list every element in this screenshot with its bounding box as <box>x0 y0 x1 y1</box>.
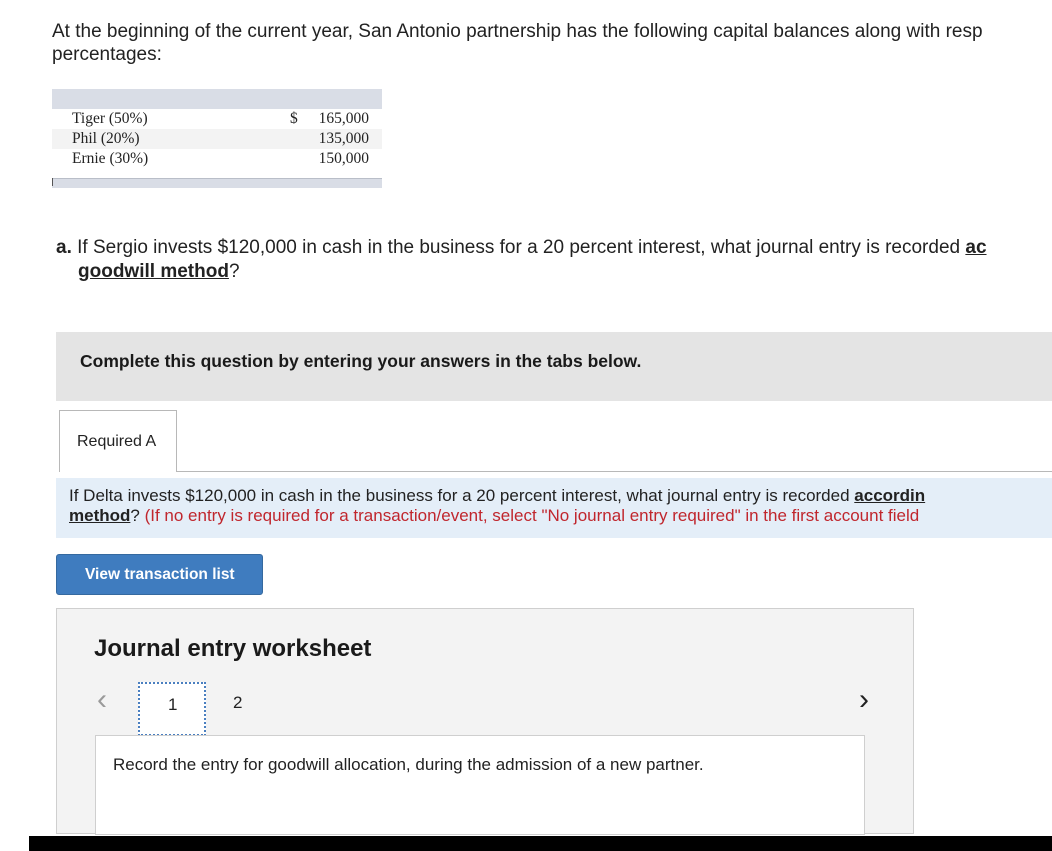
instructions-banner: Complete this question by entering your … <box>56 332 1052 401</box>
bottom-bar <box>29 836 1052 851</box>
chevron-left-icon[interactable]: ‹ <box>97 685 107 715</box>
instruction-method-link: method <box>69 506 131 525</box>
partner-name: Phil (20%) <box>72 130 140 147</box>
capital-amount: 150,000 <box>318 150 369 167</box>
instruction-question-mark: ? <box>130 506 140 525</box>
record-entry-text: Record the entry for goodwill allocation… <box>113 755 704 774</box>
table-footer-band <box>52 178 382 188</box>
tab-instruction: If Delta invests $120,000 in cash in the… <box>56 478 1052 538</box>
intro-line-2: percentages: <box>52 44 162 65</box>
capital-amount: 165,000 <box>318 110 369 127</box>
capital-balances-table: Tiger (50%) $ 165,000 Phil (20%) 135,000… <box>52 89 382 188</box>
question-link-fragment: ac <box>965 237 987 258</box>
tab-instruction-text: If Delta invests $120,000 in cash in the… <box>69 486 925 526</box>
journal-entry-worksheet: Journal entry worksheet ‹ 1 2 › Record t… <box>56 608 914 835</box>
question-line-1: a. If Sergio invests $120,000 in cash in… <box>56 237 987 258</box>
instructions-banner-text: Complete this question by entering your … <box>80 351 642 371</box>
worksheet-title: Journal entry worksheet <box>94 635 372 662</box>
intro-line-1: At the beginning of the current year, Sa… <box>52 21 983 42</box>
question-line-2: goodwill method? <box>56 260 1052 284</box>
question-end: ? <box>228 261 240 282</box>
question-a: a. If Sergio invests $120,000 in cash in… <box>56 236 1052 284</box>
table-footer-tick <box>52 178 53 186</box>
tab-required-a[interactable]: Required A <box>59 410 177 472</box>
worksheet-page-1[interactable]: 1 <box>138 682 206 736</box>
table-row: Ernie (30%) 150,000 <box>52 149 382 169</box>
table-row: Tiger (50%) $ 165,000 <box>52 109 382 129</box>
partner-name: Ernie (30%) <box>72 150 149 167</box>
page-number: 1 <box>168 695 178 714</box>
question-label: a. <box>56 237 72 258</box>
tab-divider <box>59 471 1052 472</box>
question-text: If Sergio invests $120,000 in cash in th… <box>71 237 966 258</box>
problem-intro: At the beginning of the current year, Sa… <box>52 20 1052 66</box>
instruction-note: (If no entry is required for a transacti… <box>139 506 920 525</box>
currency-symbol: $ <box>290 110 298 127</box>
chevron-right-icon[interactable]: › <box>859 685 869 715</box>
instruction-bold-fragment: accordin <box>854 486 926 505</box>
record-entry-panel: Record the entry for goodwill allocation… <box>95 735 865 835</box>
instruction-text: If Delta invests $120,000 in cash in the… <box>69 486 855 505</box>
goodwill-method-link: goodwill method <box>78 261 229 282</box>
tab-label: Required A <box>77 433 157 450</box>
partner-name: Tiger (50%) <box>72 110 148 127</box>
view-transaction-list-button[interactable]: View transaction list <box>56 554 263 595</box>
worksheet-page-2[interactable]: 2 <box>233 693 242 713</box>
view-transaction-list-label: View transaction list <box>85 566 235 583</box>
table-header-band <box>52 89 382 109</box>
table-row: Phil (20%) 135,000 <box>52 129 382 149</box>
capital-amount: 135,000 <box>318 130 369 147</box>
